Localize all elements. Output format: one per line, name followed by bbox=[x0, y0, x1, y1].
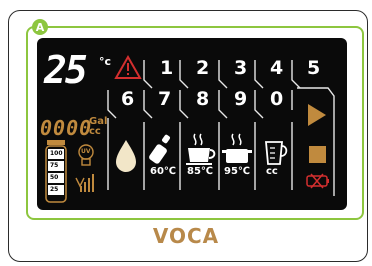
battery-low-icon bbox=[306, 173, 329, 189]
water-drop-icon[interactable] bbox=[116, 140, 136, 172]
mode-label: cc bbox=[266, 166, 278, 177]
baby-bottle-icon[interactable] bbox=[148, 134, 171, 165]
brand-logo: VOCA bbox=[152, 224, 220, 248]
mode-label: 60℃ bbox=[150, 166, 177, 177]
play-icon[interactable] bbox=[308, 104, 326, 126]
mode-label: 85℃ bbox=[187, 166, 214, 177]
coffee-cup-icon[interactable] bbox=[186, 133, 216, 165]
measuring-cup-icon[interactable] bbox=[265, 141, 288, 165]
mode-label: 95℃ bbox=[224, 166, 251, 177]
stop-icon[interactable] bbox=[309, 146, 326, 163]
cooking-pot-icon[interactable] bbox=[222, 133, 252, 163]
